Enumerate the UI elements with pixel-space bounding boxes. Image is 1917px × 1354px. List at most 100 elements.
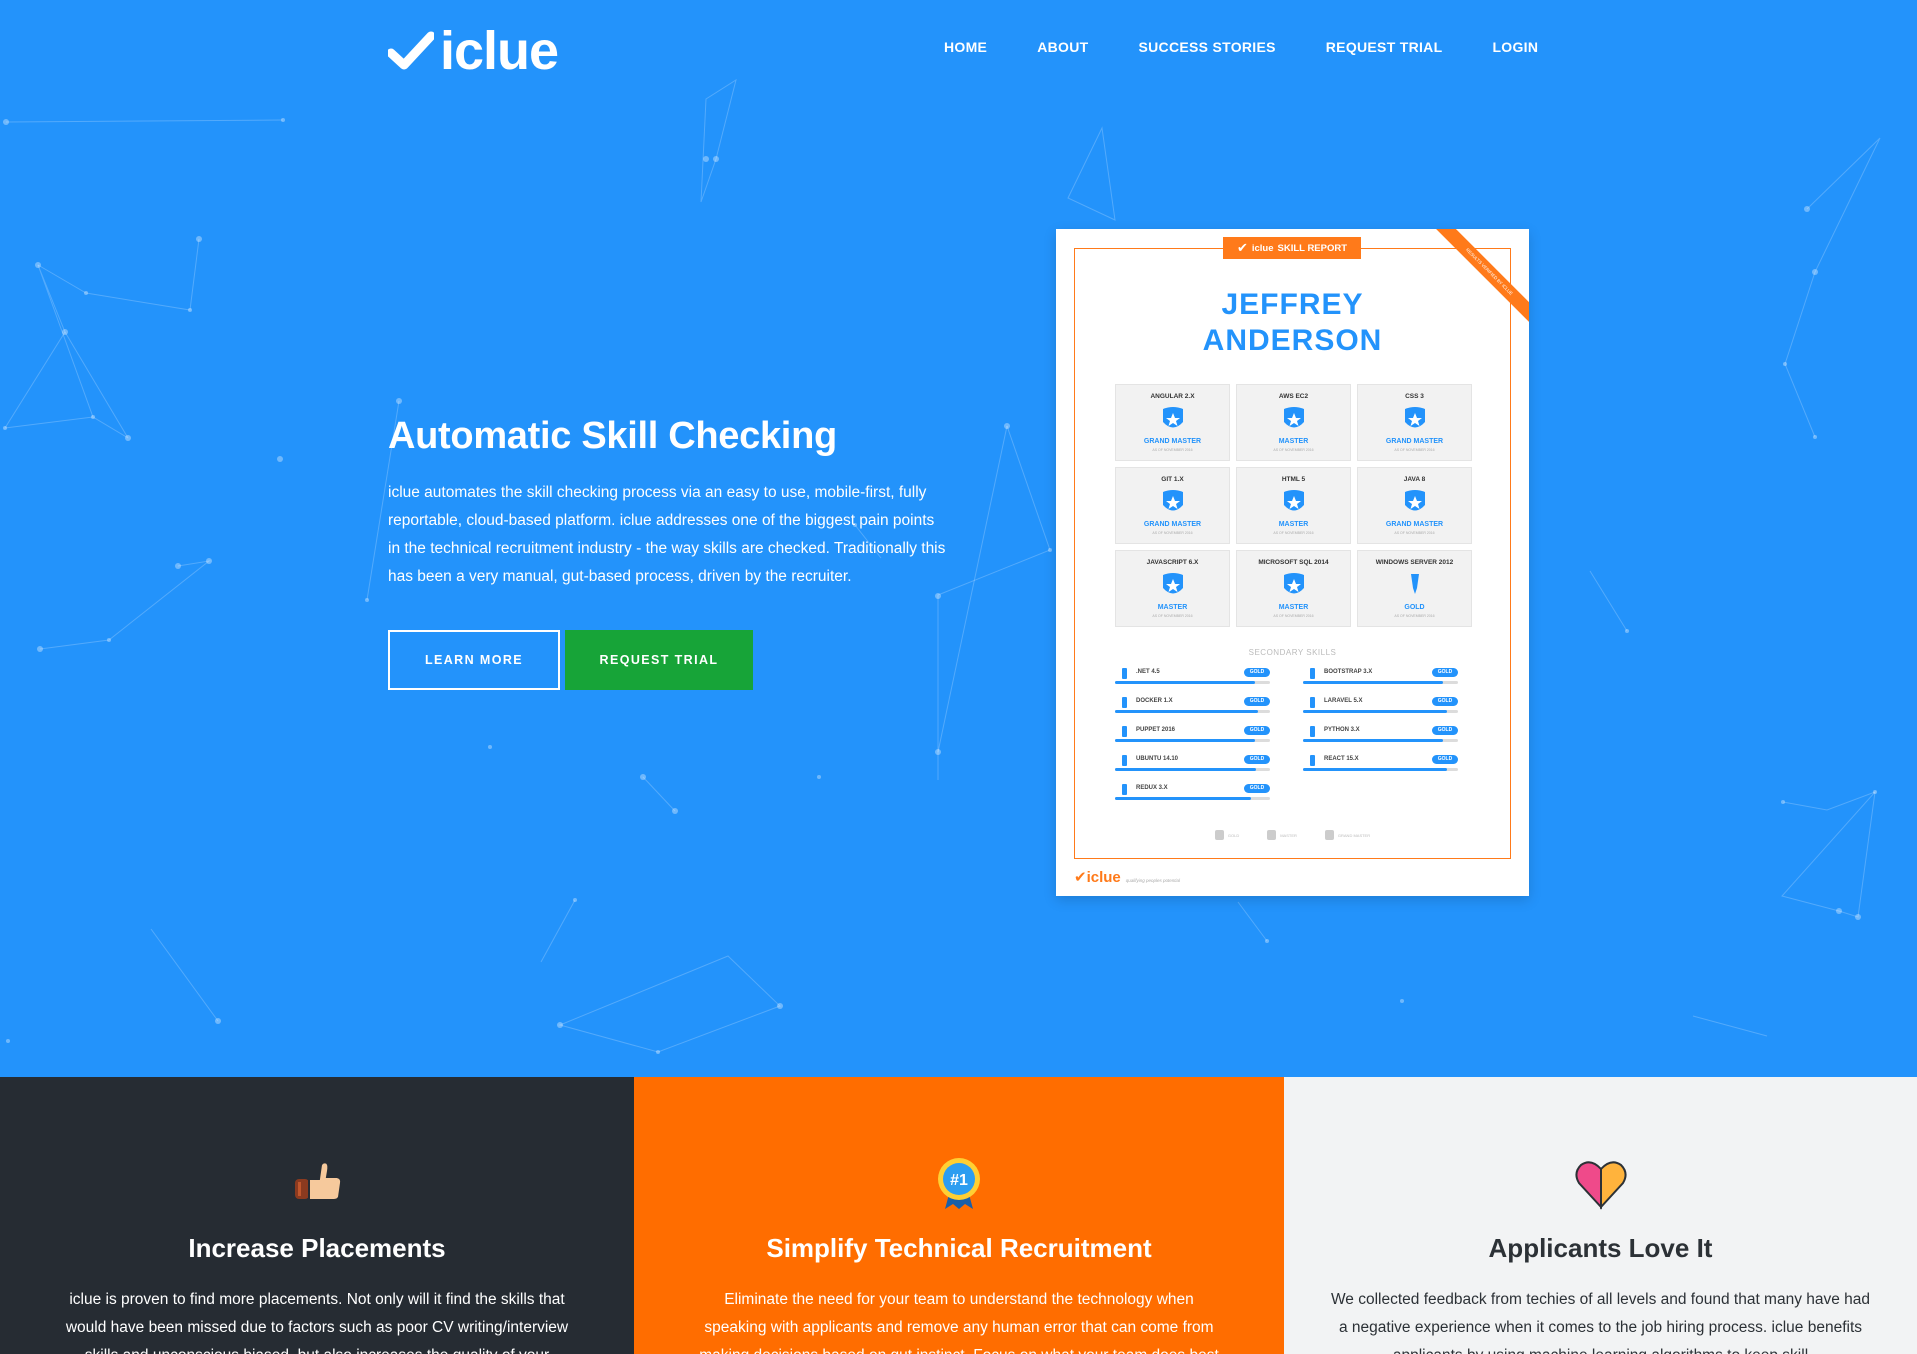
secondary-skill-name: BOOTSTRAP 3.X [1324, 669, 1373, 675]
nav-about-link[interactable]: ABOUT [1037, 39, 1088, 55]
skill-progress-fill [1115, 768, 1257, 771]
skill-progress-fill [1303, 768, 1448, 771]
feature-description: We collected feedback from techies of al… [1330, 1291, 1871, 1354]
secondary-skill-level: GOLD [1244, 755, 1270, 764]
trophy-icon [1122, 726, 1127, 737]
skill-date: AS OF NOVEMBER 2016 [1394, 531, 1435, 535]
secondary-skills-title: SECONDARY SKILLS [1248, 648, 1337, 657]
feature-applicants-love-it: Applicants Love It We collected feedback… [1284, 1077, 1917, 1354]
badge-icon [1267, 830, 1277, 840]
skill-name: JAVA 8 [1403, 476, 1426, 483]
skill-date: AS OF NOVEMBER 2016 [1394, 614, 1435, 618]
report-header-tag: ✔ iclue SKILL REPORT [1223, 237, 1361, 259]
report-footer-tagline: qualifying peoples potential [1125, 878, 1181, 883]
secondary-skill-name: PYTHON 3.X [1324, 727, 1360, 733]
nav-login-link[interactable]: LOGIN [1492, 39, 1538, 55]
skill-card: JAVASCRIPT 6.X MASTER AS OF NOVEMBER 2016 [1115, 550, 1230, 627]
nav-success-stories-link[interactable]: SUCCESS STORIES [1138, 39, 1275, 55]
secondary-skill-level: GOLD [1432, 697, 1458, 706]
secondary-skill-level: GOLD [1432, 668, 1458, 677]
shield-badge-icon [1163, 573, 1183, 594]
hero-description: iclue automates the skill checking proce… [388, 484, 946, 585]
report-footer-logo: ✔iclue [1074, 869, 1121, 886]
hero-copy: Automatic Skill Checking iclue automates… [388, 413, 948, 690]
trophy-icon [1310, 726, 1315, 737]
skill-progress-fill [1115, 797, 1252, 800]
skill-name: WINDOWS SERVER 2012 [1375, 559, 1454, 566]
legend-item: MASTER [1267, 830, 1297, 840]
skill-level: GRAND MASTER [1143, 438, 1202, 445]
trophy-icon [1310, 668, 1315, 679]
skill-card: MICROSOFT SQL 2014 MASTER AS OF NOVEMBER 2… [1236, 550, 1351, 627]
secondary-skill-row: REACT 15.X GOLD [1303, 753, 1458, 782]
skill-date: AS OF NOVEMBER 2016 [1152, 531, 1193, 535]
brand-name: iclue [440, 21, 559, 81]
skill-card: ANGULAR 2.X GRAND MASTER AS OF NOVEMBER 20… [1115, 384, 1230, 461]
skill-date: AS OF NOVEMBER 2016 [1394, 448, 1435, 452]
secondary-skill-name: REDUX 3.X [1136, 785, 1168, 791]
hero-cta-group: LEARN MORE REQUEST TRIAL [388, 630, 948, 690]
secondary-skill-level: GOLD [1244, 697, 1270, 706]
skill-progress-fill [1303, 710, 1448, 713]
skill-level: GRAND MASTER [1385, 521, 1444, 528]
learn-more-button[interactable]: LEARN MORE [388, 630, 560, 690]
skill-date: AS OF NOVEMBER 2016 [1152, 448, 1193, 452]
secondary-skill-row: .NET 4.5 GOLD [1115, 666, 1270, 695]
shield-badge-icon [1405, 490, 1425, 511]
main-nav: HOME ABOUT SUCCESS STORIES REQUEST TRIAL… [944, 39, 1538, 55]
secondary-skills-right: BOOTSTRAP 3.X GOLD LARAVEL 5.X GOLD PYTHON 3… [1303, 666, 1458, 782]
trophy-icon [1122, 697, 1127, 708]
skill-date: AS OF NOVEMBER 2016 [1273, 448, 1314, 452]
report-tag-brand: iclue [1251, 242, 1274, 254]
secondary-skill-name: UBUNTU 14.10 [1136, 756, 1179, 762]
feature-title: Applicants Love It [1488, 1233, 1713, 1263]
trophy-icon [1411, 574, 1419, 594]
skill-card: JAVA 8 GRAND MASTER AS OF NOVEMBER 2016 [1357, 467, 1472, 544]
skill-level: MASTER [1278, 438, 1309, 445]
skill-name: HTML 5 [1281, 476, 1306, 483]
skill-name: GIT 1.X [1161, 476, 1184, 483]
secondary-skill-level: GOLD [1432, 726, 1458, 735]
shield-badge-icon [1163, 407, 1183, 428]
legend-label: GRAND MASTER [1337, 832, 1371, 838]
legend-item: GOLD [1214, 830, 1240, 840]
skill-date: AS OF NOVEMBER 2016 [1152, 614, 1193, 618]
shield-badge-icon [1284, 490, 1304, 511]
skill-name: JAVASCRIPT 6.X [1146, 559, 1199, 566]
feature-description: Eliminate the need for your team to unde… [699, 1291, 1219, 1354]
skill-level: MASTER [1278, 521, 1309, 528]
secondary-skill-name: .NET 4.5 [1136, 669, 1160, 675]
skill-card: HTML 5 MASTER AS OF NOVEMBER 2016 [1236, 467, 1351, 544]
secondary-skill-row: DOCKER 1.X GOLD [1115, 695, 1270, 724]
secondary-skill-name: REACT 15.X [1324, 756, 1359, 762]
skill-level: GRAND MASTER [1385, 438, 1444, 445]
checkmark-icon: ✔ [1236, 240, 1248, 255]
brand-logo[interactable]: iclue [388, 21, 559, 81]
skill-progress-fill [1115, 739, 1255, 742]
secondary-skill-level: GOLD [1432, 755, 1458, 764]
skill-name: CSS 3 [1405, 393, 1424, 400]
feature-increase-placements: Increase Placements iclue is proven to f… [0, 1077, 634, 1354]
shield-badge-icon [1284, 407, 1304, 428]
secondary-skill-level: GOLD [1244, 784, 1270, 793]
network-background [3, 78, 1881, 1054]
skill-card: AWS EC2 MASTER AS OF NOVEMBER 2016 [1236, 384, 1351, 461]
secondary-skill-row: LARAVEL 5.X GOLD [1303, 695, 1458, 724]
nav-home-link[interactable]: HOME [944, 39, 987, 55]
trophy-icon [1310, 755, 1315, 766]
skill-date: AS OF NOVEMBER 2016 [1273, 614, 1314, 618]
nav-request-trial-link[interactable]: REQUEST TRIAL [1326, 39, 1443, 55]
legend-label: GOLD [1227, 832, 1240, 838]
skill-progress-fill [1303, 739, 1443, 742]
skill-card: GIT 1.X GRAND MASTER AS OF NOVEMBER 2016 [1115, 467, 1230, 544]
hero-title: Automatic Skill Checking [388, 415, 837, 457]
legend-item: GRAND MASTER [1324, 830, 1371, 840]
skill-progress-fill [1303, 681, 1443, 684]
trophy-icon [1214, 830, 1224, 840]
request-trial-button[interactable]: REQUEST TRIAL [565, 630, 753, 690]
trophy-icon [1122, 755, 1127, 766]
secondary-skill-name: DOCKER 1.X [1136, 698, 1173, 704]
hero-section: iclue HOME ABOUT SUCCESS STORIES REQUEST… [0, 0, 1917, 1077]
shield-badge-icon [1405, 407, 1425, 428]
trophy-icon [1122, 784, 1127, 795]
